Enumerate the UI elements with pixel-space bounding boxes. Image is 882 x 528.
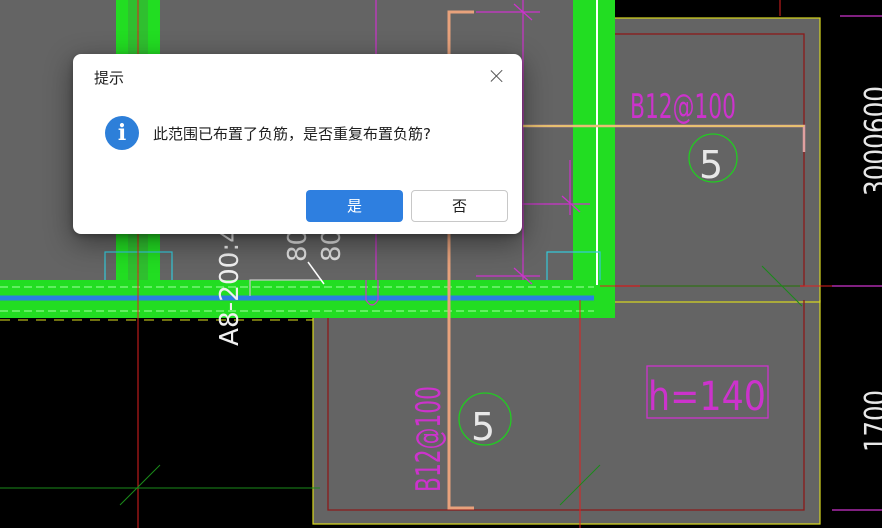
dialog-message: 此范围已布置了负筋，是否重复布置负筋? <box>153 125 431 143</box>
confirm-dialog: 提示 i 此范围已布置了负筋，是否重复布置负筋? 是 否 <box>73 54 522 234</box>
no-button[interactable]: 否 <box>411 190 508 222</box>
construct-green-2 <box>119 464 161 506</box>
dialog-title: 提示 <box>94 69 125 87</box>
rebar-label-bottom: B12@100 <box>409 386 449 492</box>
yes-button[interactable]: 是 <box>306 190 403 222</box>
dimension-right-bottom: 1700 <box>859 390 882 452</box>
dimension-right-top: 3000600 <box>859 86 882 196</box>
rebar-label-vertical: A8-200:4 <box>215 226 245 346</box>
wall-vertical-right <box>573 0 615 318</box>
info-icon: i <box>105 116 139 150</box>
mark-label-bottom: 5 <box>471 405 495 449</box>
mark-label-top: 5 <box>699 143 723 187</box>
close-icon[interactable] <box>486 65 508 87</box>
rebar-label-top: B12@100 <box>630 87 736 127</box>
slab-thickness-label: h=140 <box>648 374 766 420</box>
